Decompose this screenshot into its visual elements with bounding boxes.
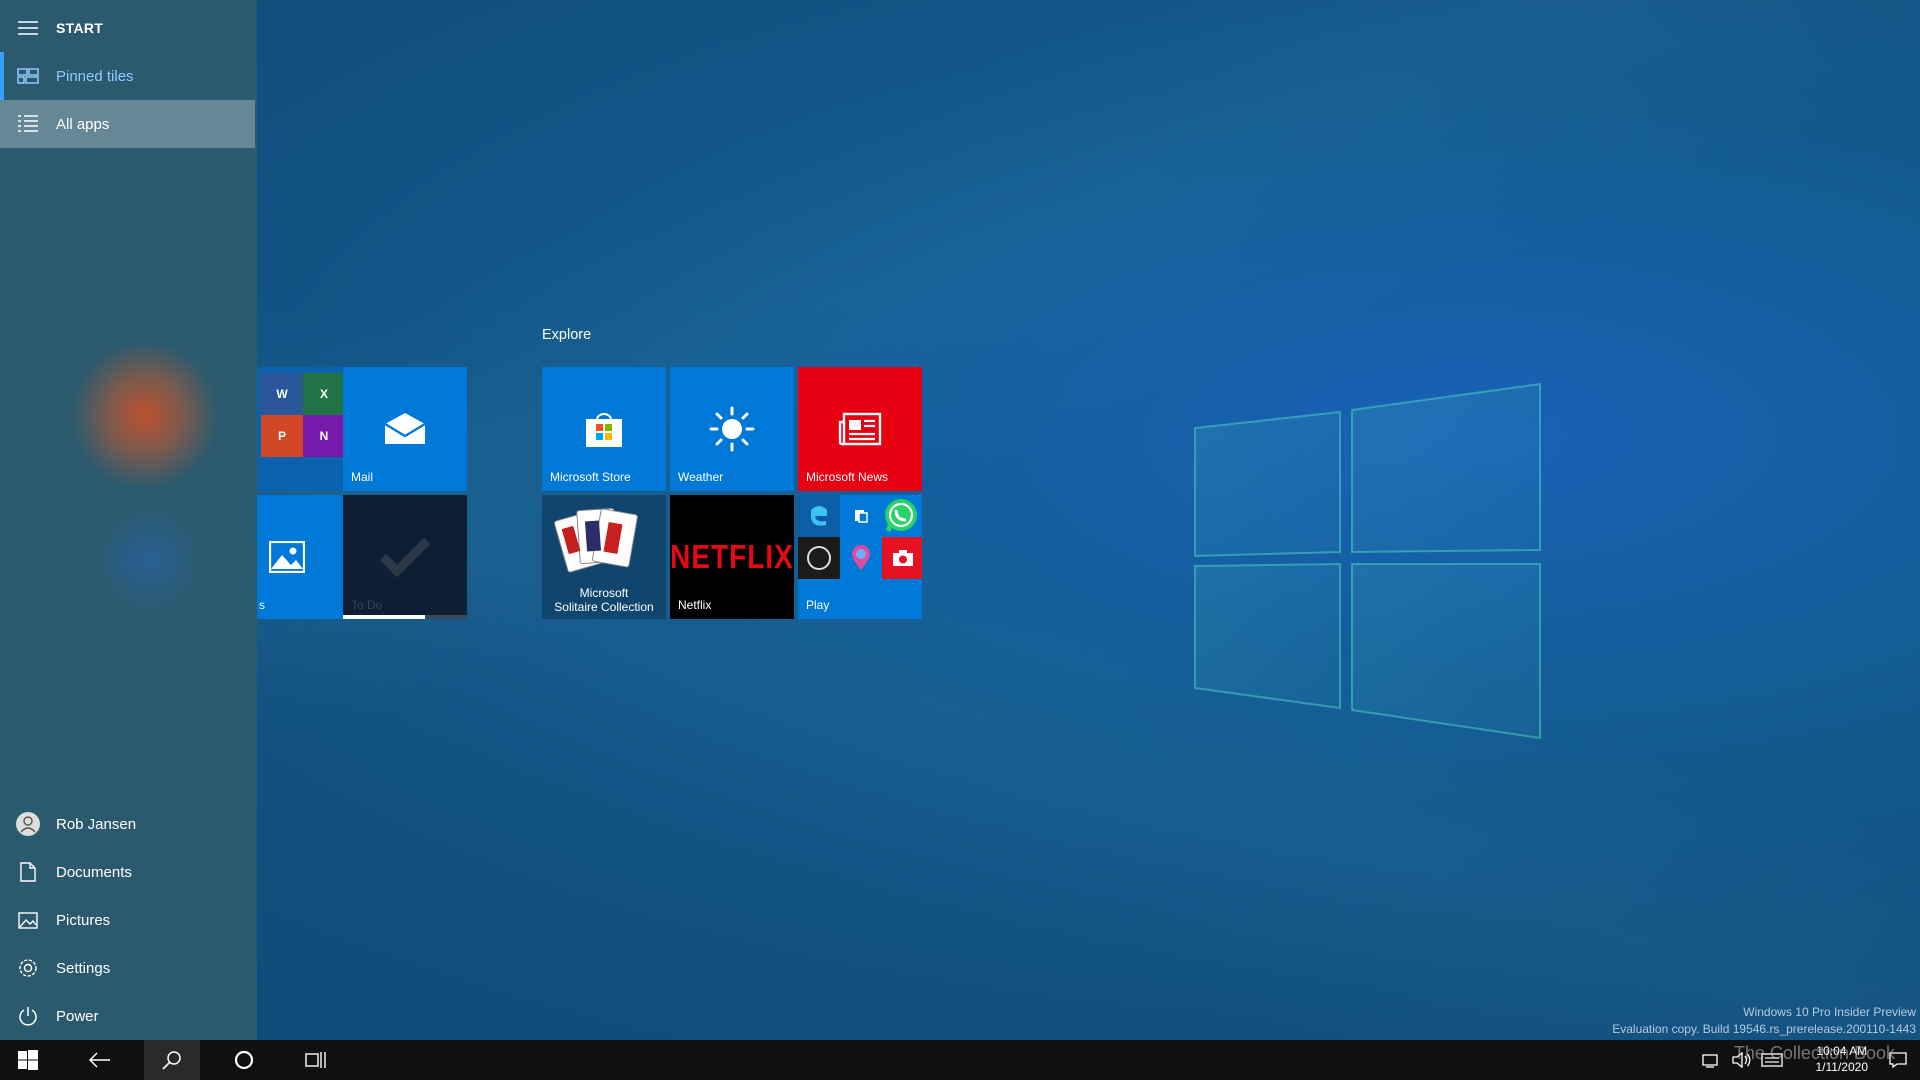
onenote-icon: N <box>303 415 343 457</box>
nav-documents-label: Documents <box>56 863 132 881</box>
news-tile-label: Microsoft News <box>806 470 889 484</box>
weather-tile-label: Weather <box>678 470 724 484</box>
nav-user-name: Rob Jansen <box>56 815 137 833</box>
solitaire-tile-label: Microsoft Solitaire Collection <box>554 586 654 614</box>
tile-group-title: Explore <box>542 327 592 343</box>
todo-tile-label: To Do <box>351 598 383 612</box>
powerpoint-icon: P <box>261 415 303 457</box>
netflix-tile[interactable]: NETFLIX Netflix <box>670 495 794 619</box>
nav-documents[interactable]: Documents <box>0 848 255 896</box>
back-arrow-icon <box>89 1052 110 1068</box>
hamburger-menu-icon <box>0 21 56 35</box>
whatsapp-icon <box>880 495 922 537</box>
document-icon <box>0 862 56 882</box>
user-avatar-icon <box>0 811 56 837</box>
nav-all-apps[interactable]: All apps <box>0 100 255 148</box>
netflix-tile-label: Netflix <box>678 598 712 612</box>
cortana-button[interactable] <box>220 1040 268 1080</box>
todo-progress-bar <box>343 615 425 619</box>
start-menu-nav: START Pinned tiles All apps Rob Jansen D… <box>0 0 257 1040</box>
playing-cards-icon <box>553 505 650 579</box>
todo-progress-track <box>425 615 467 619</box>
nav-settings[interactable]: Settings <box>0 944 255 992</box>
back-button[interactable] <box>76 1040 124 1080</box>
solitaire-tile[interactable]: Microsoft Solitaire Collection <box>542 495 666 619</box>
taskbar: 10:04 AM 1/11/2020 <box>0 1040 1920 1080</box>
camera-icon <box>882 537 922 579</box>
nav-settings-label: Settings <box>56 959 111 977</box>
search-icon <box>162 1051 181 1070</box>
build-watermark: Windows 10 Pro Insider Preview Evaluatio… <box>1612 1005 1916 1036</box>
nav-pinned-tiles-label: Pinned tiles <box>56 67 134 85</box>
start-button[interactable] <box>4 1040 52 1080</box>
microsoft-store-tile[interactable]: Microsoft Store <box>542 367 666 491</box>
store-tile-label: Microsoft Store <box>550 470 631 484</box>
search-button[interactable] <box>144 1040 200 1080</box>
nav-pinned-tiles[interactable]: Pinned tiles <box>0 52 255 100</box>
power-icon <box>0 1006 56 1026</box>
weather-tile[interactable]: Weather <box>670 367 794 491</box>
windows-start-icon <box>18 1050 38 1070</box>
task-view-icon <box>305 1052 326 1068</box>
word-icon: W <box>261 373 303 415</box>
photos-icon <box>259 495 315 619</box>
microsoft-news-tile[interactable]: Microsoft News <box>798 367 922 491</box>
nav-power-label: Power <box>56 1007 99 1025</box>
blur-orb <box>70 340 220 490</box>
nav-pictures[interactable]: Pictures <box>0 896 255 944</box>
dictionary-icon <box>840 495 882 537</box>
mail-tile[interactable]: Mail <box>343 367 467 491</box>
cortana-circle-icon <box>798 537 840 579</box>
play-tile-label: Play <box>806 598 830 612</box>
maps-pin-icon <box>840 537 882 579</box>
nav-pictures-label: Pictures <box>56 911 111 929</box>
task-view-button[interactable] <box>292 1040 340 1080</box>
photos-tile-label: s <box>259 598 265 612</box>
start-header-label: START <box>56 20 104 36</box>
nav-user-account[interactable]: Rob Jansen <box>0 800 255 848</box>
tray-network-icon[interactable] <box>1698 1040 1726 1080</box>
desktop-wallpaper: Explore W X P N Mail s To Do Microsoft S… <box>0 0 1920 1040</box>
start-header-button[interactable]: START <box>0 4 255 52</box>
tiles-grid-icon <box>0 68 56 84</box>
nav-all-apps-label: All apps <box>56 115 110 133</box>
excel-icon: X <box>303 373 343 415</box>
edge-icon <box>798 495 840 537</box>
mail-tile-label: Mail <box>351 470 374 484</box>
overlay-watermark-text: The Collection Book <box>1733 1043 1895 1063</box>
gear-icon <box>0 957 56 979</box>
picture-icon <box>0 911 56 929</box>
todo-tile[interactable]: To Do <box>343 495 467 619</box>
list-icon <box>0 115 56 133</box>
play-folder-tile[interactable]: Play <box>798 495 922 619</box>
cortana-icon <box>234 1050 254 1070</box>
nav-power[interactable]: Power <box>0 992 255 1040</box>
windows-logo-wallpaper <box>1194 382 1541 740</box>
blur-orb <box>95 505 205 615</box>
